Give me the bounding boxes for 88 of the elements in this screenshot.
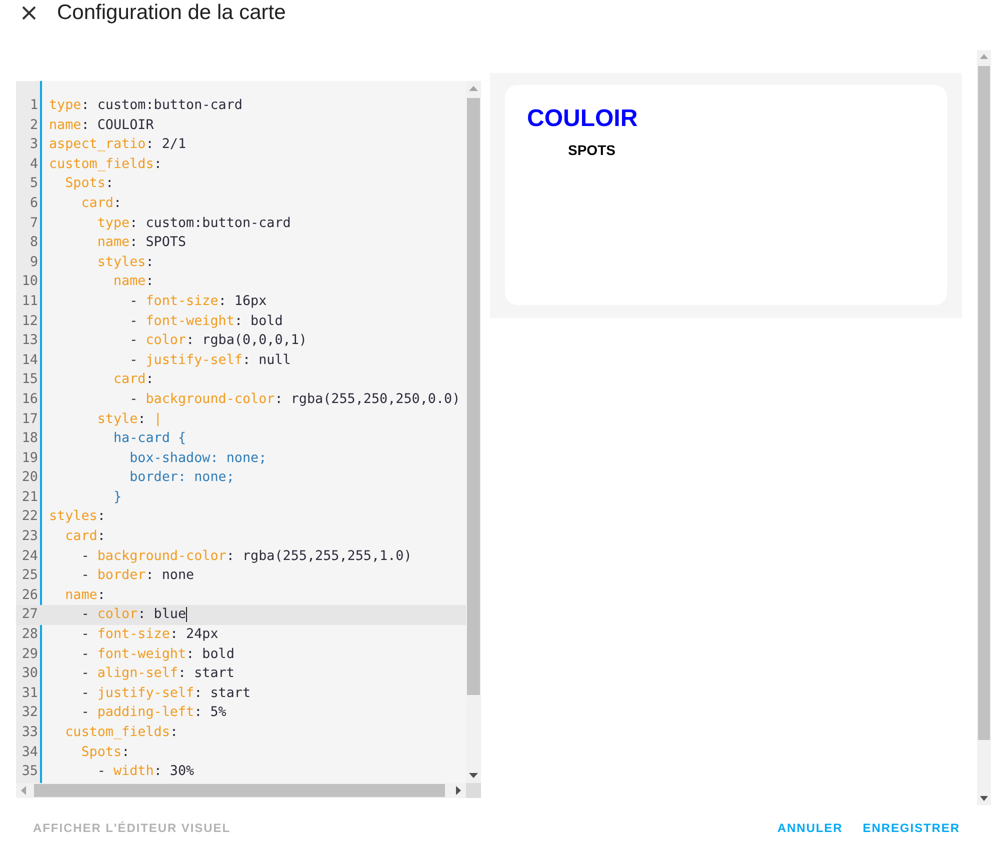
scrollbar-corner (466, 783, 481, 798)
code-line: name: (64, 586, 106, 605)
code-line: - justify-self: start (80, 684, 251, 703)
close-icon (21, 5, 37, 21)
vertical-scrollbar[interactable] (466, 81, 481, 783)
code-line: } (112, 488, 122, 507)
line-number: 23 (20, 528, 38, 546)
code-line: styles: (49, 508, 106, 526)
line-number: 25 (20, 567, 38, 586)
code-line: - border: none (80, 567, 194, 586)
dialog-title: Configuration de la carte (57, 0, 286, 26)
code-line: card: (80, 194, 122, 213)
line-number: 35 (20, 763, 38, 782)
line-number: 21 (20, 488, 38, 507)
line-number: 4 (28, 156, 38, 174)
line-number: 8 (28, 234, 38, 252)
line-number: 10 (20, 273, 38, 292)
code-line: - font-weight: bold (128, 312, 283, 331)
line-number: 3 (28, 136, 38, 154)
cancel-button[interactable]: ANNULER (768, 812, 852, 842)
line-number: 1 (28, 97, 38, 115)
line-number: 16 (20, 390, 38, 409)
code-line: box-shadow: none; (128, 450, 267, 468)
code-line: - color: blue (80, 606, 188, 624)
line-number: 32 (20, 704, 38, 722)
line-number: 33 (20, 724, 38, 742)
scroll-up-arrow-icon[interactable] (980, 54, 988, 59)
code-line: name: (112, 273, 154, 292)
line-number: 28 (20, 626, 38, 644)
line-number: 13 (20, 332, 38, 350)
code-line: - width: 30% (96, 763, 194, 782)
code-line: styles: (96, 254, 154, 272)
line-number: 27 (20, 606, 38, 624)
code-line: Spots: (80, 744, 130, 762)
line-number: 19 (20, 450, 38, 468)
card-name: COULOIR (527, 105, 639, 133)
text-cursor (186, 607, 188, 622)
code-line: style: | (96, 410, 162, 428)
line-number: 11 (20, 292, 38, 311)
code-line: aspect_ratio: 2/1 (49, 136, 186, 154)
line-number: 26 (20, 586, 38, 605)
line-number: 6 (28, 194, 38, 213)
code-line: - color: rgba(0,0,0,1) (128, 332, 307, 350)
line-number: 14 (20, 352, 38, 370)
line-number: 30 (20, 665, 38, 684)
code-line: - font-weight: bold (80, 646, 234, 664)
custom-field-label: SPOTS (568, 141, 616, 160)
code-line: - font-size: 24px (80, 626, 218, 644)
line-number: 29 (20, 646, 38, 664)
line-number: 7 (28, 214, 38, 233)
scroll-down-arrow-icon[interactable] (469, 773, 478, 779)
horizontal-scrollbar[interactable] (16, 783, 466, 798)
line-number: 31 (20, 684, 38, 703)
code-line: - align-self: start (80, 665, 234, 684)
code-line: - padding-left: 5% (80, 704, 226, 722)
code-line: - background-color: rgba(255,250,250,0.0) (128, 390, 460, 409)
code-line: name: SPOTS (96, 234, 186, 252)
line-number: 18 (20, 430, 38, 448)
visual-editor-button[interactable]: AFFICHER L'ÉDITEUR VISUEL (24, 812, 240, 842)
code-line: name: COULOIR (49, 116, 154, 135)
line-number: 9 (28, 254, 38, 272)
code-line: card: (64, 528, 106, 546)
scroll-up-arrow-icon[interactable] (469, 85, 478, 91)
line-number: 15 (20, 371, 38, 390)
line-number: 5 (28, 175, 38, 194)
code-line: Spots: (64, 175, 114, 194)
page-scrollbar[interactable] (977, 50, 991, 805)
line-number: 22 (20, 508, 38, 526)
code-line: custom_fields: (49, 156, 162, 174)
code-line: card: (112, 371, 154, 390)
line-number: 24 (20, 548, 38, 566)
code-line: ha-card { (112, 430, 186, 448)
line-number: 2 (28, 116, 38, 135)
line-number: 17 (20, 410, 38, 428)
code-line: border: none; (128, 469, 234, 488)
code-line: - background-color: rgba(255,255,255,1.0) (80, 548, 412, 566)
code-line: - justify-self: null (128, 352, 291, 370)
save-button[interactable]: ENREGISTRER (854, 812, 969, 842)
code-line: type: custom:button-card (49, 97, 242, 115)
code-line: - font-size: 16px (128, 292, 267, 311)
code-line: custom_fields: (64, 724, 178, 742)
line-number: 12 (20, 312, 38, 331)
line-number: 34 (20, 744, 38, 762)
scroll-left-arrow-icon[interactable] (20, 786, 26, 795)
scroll-right-arrow-icon[interactable] (456, 786, 462, 795)
scroll-down-arrow-icon[interactable] (980, 796, 988, 801)
line-number: 20 (20, 469, 38, 488)
code-line: type: custom:button-card (96, 214, 291, 233)
